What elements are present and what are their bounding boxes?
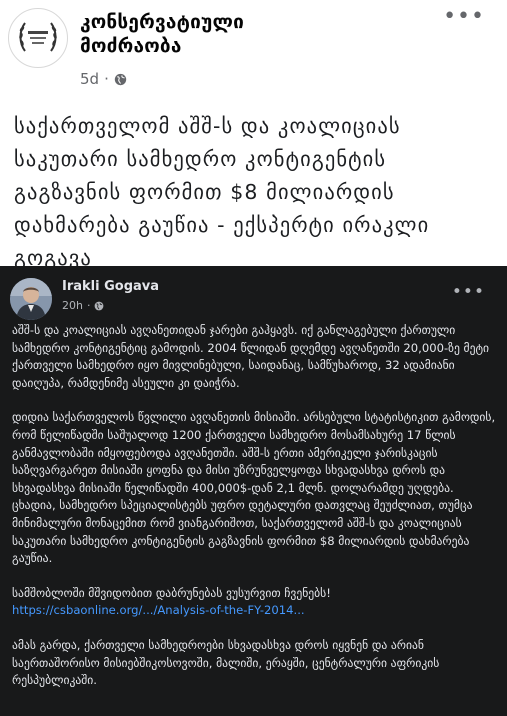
- shared-paragraph-4: ამას გარდა, ქართველი სამხედროები სხვადას…: [12, 637, 440, 688]
- meta-separator: ·: [104, 70, 109, 88]
- source-link[interactable]: https://csbaonline.org/.../Analysis-of-t…: [12, 603, 305, 617]
- author-name[interactable]: Irakli Gogava: [62, 279, 159, 294]
- post-time[interactable]: 5d: [80, 70, 99, 88]
- shared-paragraph-2: დიდია საქართველოს წვლილი ავღანეთის მისია…: [12, 410, 496, 566]
- post-header: კონსერვატიული მოძრაობა 5d · •••: [0, 0, 507, 100]
- page-name[interactable]: კონსერვატიული მოძრაობა: [80, 10, 440, 58]
- shared-post-body: აშშ-ს და კოალიციას ავღანეთიდან ჯარები გა…: [12, 322, 496, 707]
- shared-post-screenshot: Irakli Gogava 20h · ••• აშშ-ს და კოალიცი…: [0, 266, 507, 716]
- post-headline: საქართველომ აშშ-ს და კოალიციას საკუთარი …: [14, 114, 430, 270]
- globe-icon: [114, 73, 127, 85]
- page-name-line2: მოძრაობა: [80, 35, 182, 57]
- shared-paragraph-3-text: სამშობლოში მშვიდობით დაბრუნებას ვუსურვით…: [12, 585, 331, 600]
- shared-meta-separator: ·: [86, 299, 91, 312]
- page-logo-icon: [12, 12, 64, 64]
- more-options-icon[interactable]: •••: [443, 6, 485, 28]
- shared-post-meta: 20h ·: [62, 299, 104, 312]
- page-name-line1: კონსერვატიული: [80, 11, 245, 33]
- post-meta: 5d ·: [80, 70, 127, 88]
- page-avatar[interactable]: [8, 8, 68, 68]
- globe-icon: [95, 301, 104, 310]
- author-photo-icon: [10, 278, 52, 320]
- shared-paragraph-3: სამშობლოში მშვიდობით დაბრუნებას ვუსურვით…: [12, 585, 496, 620]
- shared-post-time[interactable]: 20h: [62, 299, 83, 312]
- shared-more-options-icon[interactable]: •••: [452, 282, 485, 302]
- author-avatar[interactable]: [10, 278, 52, 320]
- shared-paragraph-1: აშშ-ს და კოალიციას ავღანეთიდან ჯარები გა…: [12, 323, 490, 390]
